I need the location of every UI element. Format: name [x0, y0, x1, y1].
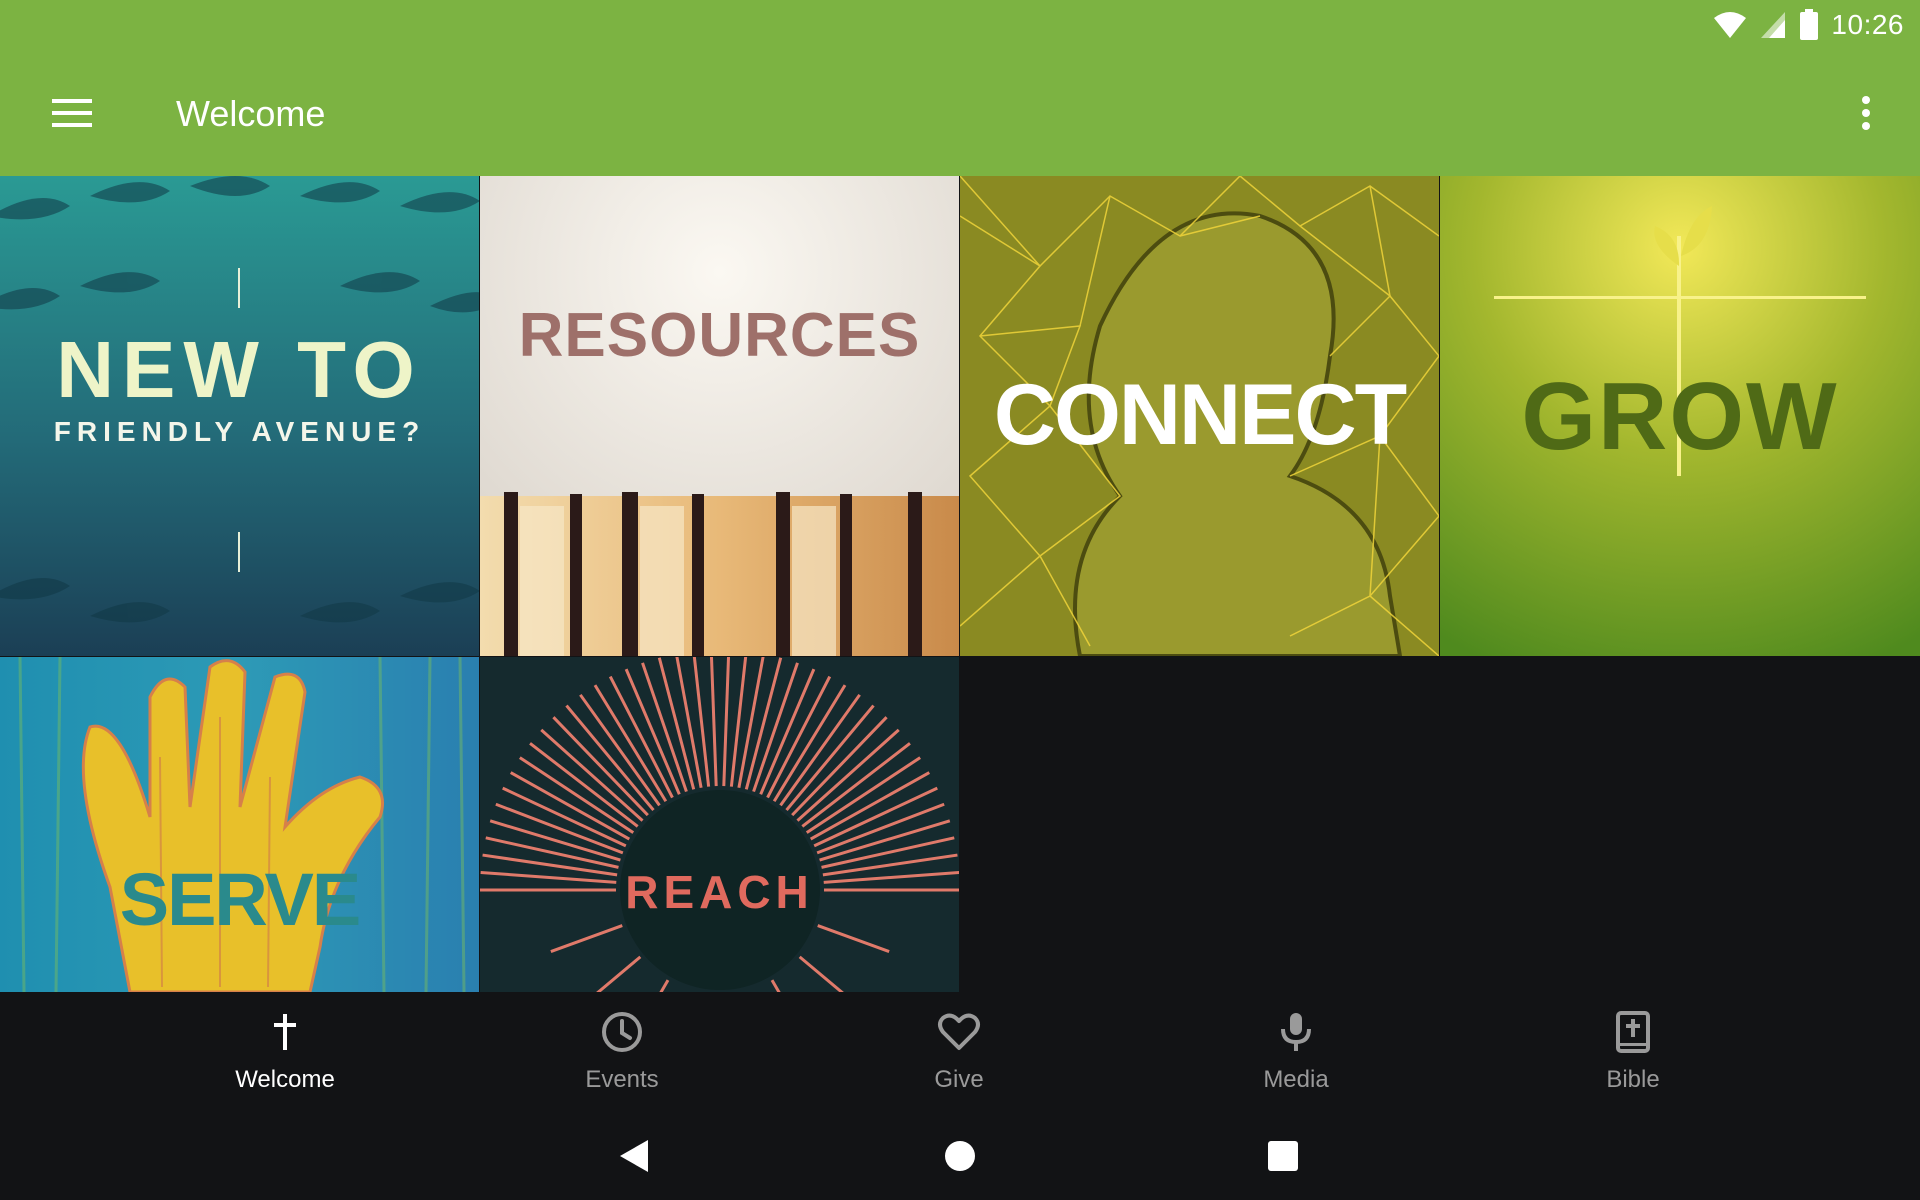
- recents-square-icon: [1268, 1141, 1298, 1171]
- signal-icon: [1761, 12, 1786, 38]
- back-triangle-icon: [620, 1140, 648, 1172]
- system-home-button[interactable]: [930, 1126, 990, 1186]
- app-root: 10:26 Welcome NEW TO FRIENDLY AVENUE? RE…: [0, 0, 1920, 1200]
- status-icons: 10:26: [1713, 8, 1904, 42]
- tile-grow[interactable]: GROW: [1440, 176, 1920, 656]
- overflow-menu-button[interactable]: [1842, 84, 1890, 142]
- tile-grow-label: GROW: [1521, 363, 1839, 470]
- heart-icon: [938, 1013, 980, 1050]
- microphone-icon: [1281, 1013, 1311, 1051]
- nav-item-events[interactable]: Events: [502, 992, 742, 1112]
- home-circle-icon: [945, 1141, 975, 1171]
- tile-connect[interactable]: CONNECT: [960, 176, 1439, 656]
- tile-resources-label: RESOURCES: [518, 301, 921, 370]
- hamburger-menu-icon: [52, 99, 92, 127]
- battery-icon: [1800, 9, 1819, 40]
- cross-icon: [274, 1014, 296, 1050]
- tile-reach[interactable]: REACH: [480, 657, 959, 992]
- clock-icon: [602, 1012, 642, 1052]
- app-bar: Welcome: [0, 50, 1920, 176]
- nav-label-bible: Bible: [1606, 1066, 1660, 1093]
- tile-resources[interactable]: RESOURCES: [480, 176, 959, 656]
- wifi-icon: [1714, 12, 1747, 38]
- tile-reach-background: [480, 657, 959, 992]
- status-time: 10:26: [1831, 9, 1904, 40]
- tile-serve-label: SERVE: [119, 858, 362, 941]
- status-bar: 10:26: [0, 0, 1920, 50]
- bottom-navigation: Welcome Events Give Media Bible: [0, 992, 1920, 1112]
- tile-grid: NEW TO FRIENDLY AVENUE? RESOURCES CONNEC…: [0, 176, 1920, 992]
- nav-label-welcome: Welcome: [235, 1066, 335, 1093]
- nav-item-give[interactable]: Give: [839, 992, 1079, 1112]
- nav-item-welcome[interactable]: Welcome: [165, 992, 405, 1112]
- tile-new-line1: NEW TO: [56, 325, 423, 414]
- more-vert-icon: [1862, 96, 1870, 130]
- nav-item-bible[interactable]: Bible: [1513, 992, 1753, 1112]
- system-back-button[interactable]: [604, 1126, 664, 1186]
- page-title: Welcome: [176, 93, 326, 134]
- system-navigation-bar: [0, 1112, 1920, 1200]
- tile-new-to-friendly-avenue[interactable]: NEW TO FRIENDLY AVENUE?: [0, 176, 479, 656]
- nav-item-media[interactable]: Media: [1176, 992, 1416, 1112]
- tile-resources-background: [480, 176, 959, 656]
- nav-label-give: Give: [934, 1066, 984, 1093]
- tile-reach-label: REACH: [625, 866, 814, 918]
- bible-icon: [1616, 1011, 1650, 1053]
- tile-new-line2: FRIENDLY AVENUE?: [53, 416, 426, 447]
- menu-button[interactable]: [36, 84, 108, 142]
- tile-connect-label: CONNECT: [993, 367, 1407, 463]
- system-recents-button[interactable]: [1253, 1126, 1313, 1186]
- tile-serve[interactable]: SERVE: [0, 657, 479, 992]
- nav-label-media: Media: [1263, 1066, 1329, 1093]
- nav-label-events: Events: [585, 1066, 659, 1093]
